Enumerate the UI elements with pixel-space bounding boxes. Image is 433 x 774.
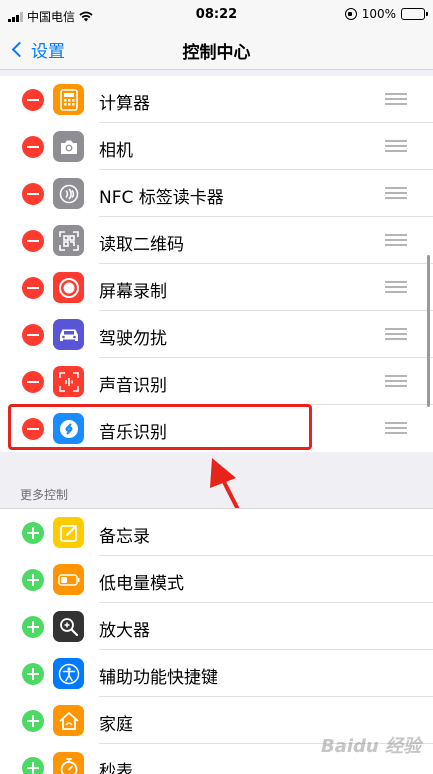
control-row-magnifier: 放大器 — [0, 603, 433, 650]
control-row-low-power: 低电量模式 — [0, 556, 433, 603]
home-icon — [53, 705, 84, 736]
control-label: 秒表 — [99, 762, 133, 774]
control-label: 家庭 — [99, 715, 133, 735]
magnifier-icon — [53, 611, 84, 642]
control-label: 备忘录 — [99, 527, 150, 547]
section-header-more-controls: 更多控制 — [20, 488, 69, 502]
low-power-icon — [53, 564, 84, 595]
control-label: 放大器 — [99, 621, 150, 641]
add-button[interactable] — [22, 663, 44, 685]
add-button[interactable] — [22, 757, 44, 774]
add-button[interactable] — [22, 710, 44, 732]
add-button[interactable] — [22, 616, 44, 638]
control-row-notes: 备忘录 — [0, 509, 433, 556]
stopwatch-icon — [53, 752, 84, 774]
control-label: 辅助功能快捷键 — [99, 668, 218, 688]
control-row-accessibility-shortcut: 辅助功能快捷键 — [0, 650, 433, 697]
control-label: 低电量模式 — [99, 574, 184, 594]
add-button[interactable] — [22, 522, 44, 544]
add-button[interactable] — [22, 569, 44, 591]
accessibility-icon — [53, 658, 84, 689]
notes-icon — [53, 517, 84, 548]
watermark: Baidu 经验 — [320, 736, 421, 757]
scroll-indicator[interactable] — [427, 255, 430, 407]
